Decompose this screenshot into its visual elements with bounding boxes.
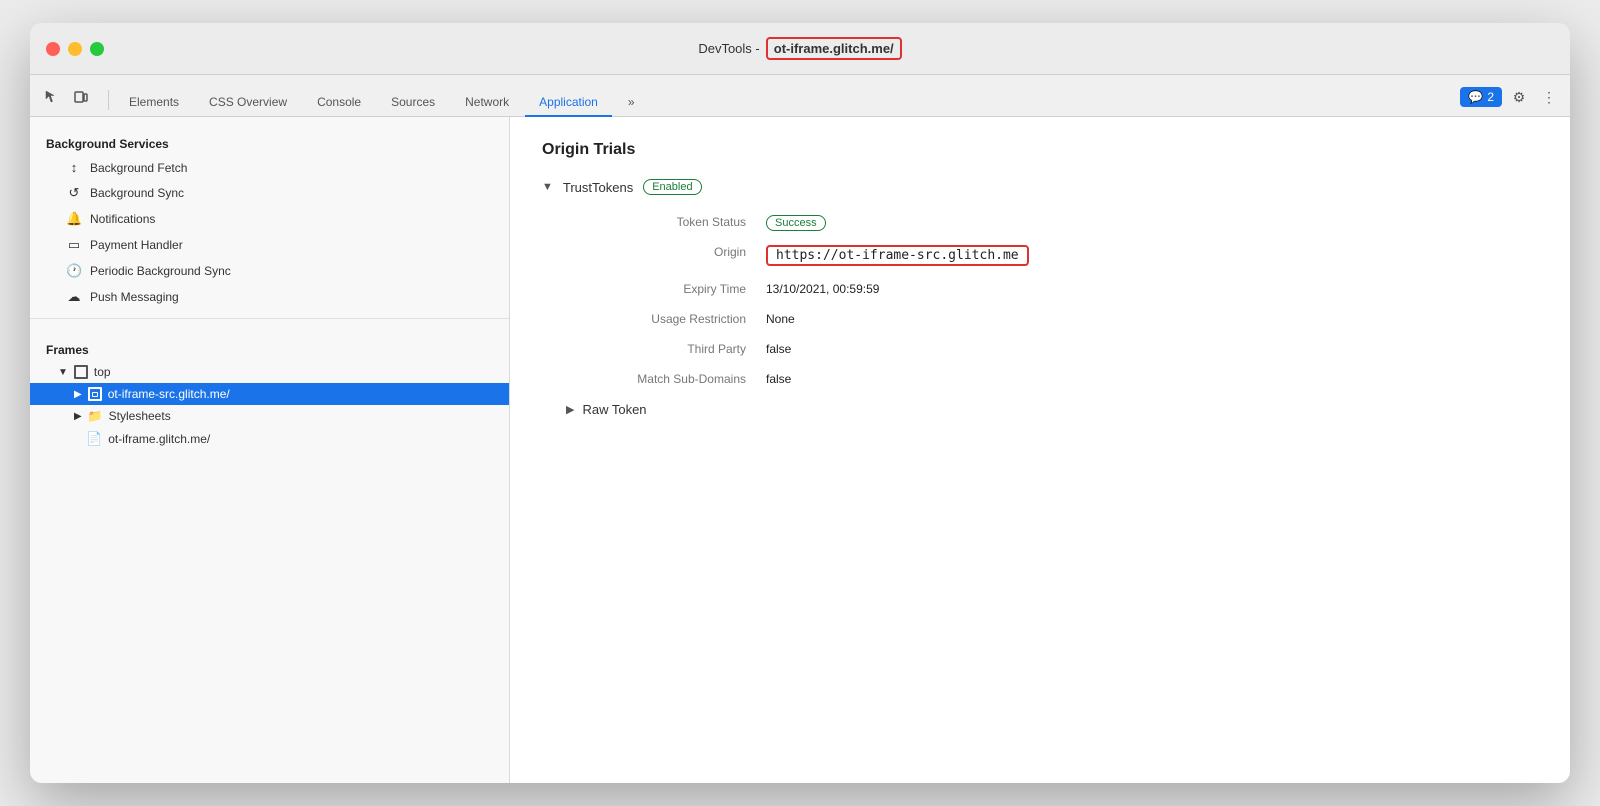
sidebar-item-background-sync[interactable]: ↺ Background Sync bbox=[30, 180, 509, 206]
inspect-button[interactable] bbox=[38, 84, 64, 110]
tab-elements[interactable]: Elements bbox=[115, 89, 193, 117]
device-button[interactable] bbox=[68, 84, 94, 110]
frames-item-top[interactable]: ▼ top bbox=[30, 361, 509, 383]
trust-tokens-chevron[interactable]: ▼ bbox=[542, 181, 553, 193]
chat-button[interactable]: 💬 2 bbox=[1460, 87, 1502, 107]
sidebar-item-label: Payment Handler bbox=[90, 238, 183, 252]
origin-label: Origin bbox=[566, 245, 766, 259]
chevron-right-icon: ▶ bbox=[74, 389, 82, 400]
frames-item-label: ot-iframe-src.glitch.me/ bbox=[108, 387, 230, 401]
sidebar-item-payment-handler[interactable]: ▭ Payment Handler bbox=[30, 232, 509, 258]
sidebar: Background Services ↕ Background Fetch ↺… bbox=[30, 117, 510, 783]
document-icon: 📄 bbox=[86, 431, 102, 447]
background-fetch-icon: ↕ bbox=[66, 160, 82, 175]
trust-tokens-header: ▼ TrustTokens Enabled bbox=[542, 179, 1538, 195]
third-party-label: Third Party bbox=[566, 342, 766, 356]
frame-icon-inner bbox=[88, 387, 102, 401]
success-badge: Success bbox=[766, 215, 826, 231]
main-layout: Background Services ↕ Background Fetch ↺… bbox=[30, 117, 1570, 783]
origin-value: https://ot-iframe-src.glitch.me bbox=[766, 245, 1029, 266]
frames-title: Frames bbox=[30, 335, 509, 361]
toolbar-divider bbox=[108, 90, 109, 110]
content-area: Origin Trials ▼ TrustTokens Enabled Toke… bbox=[510, 117, 1570, 783]
devtools-window: DevTools - ot-iframe.glitch.me/ Elements… bbox=[30, 23, 1570, 783]
token-status-row: Token Status Success bbox=[542, 215, 1538, 229]
push-messaging-icon: ☁ bbox=[66, 289, 82, 305]
trust-tokens-label: TrustTokens bbox=[563, 180, 633, 195]
tab-more[interactable]: » bbox=[614, 89, 649, 117]
frame-icon bbox=[74, 365, 88, 379]
match-sub-domains-label: Match Sub-Domains bbox=[566, 372, 766, 386]
frames-item-ot-iframe[interactable]: 📄 ot-iframe.glitch.me/ bbox=[30, 427, 509, 451]
frames-item-ot-iframe-src[interactable]: ▶ ot-iframe-src.glitch.me/ bbox=[30, 383, 509, 405]
usage-restriction-value: None bbox=[766, 312, 795, 326]
frames-item-label: top bbox=[94, 365, 111, 379]
sidebar-item-notifications[interactable]: 🔔 Notifications bbox=[30, 206, 509, 232]
sidebar-item-background-fetch[interactable]: ↕ Background Fetch bbox=[30, 155, 509, 180]
expiry-time-label: Expiry Time bbox=[566, 282, 766, 296]
third-party-row: Third Party false bbox=[542, 342, 1538, 356]
tab-network[interactable]: Network bbox=[451, 89, 523, 117]
payment-handler-icon: ▭ bbox=[66, 237, 82, 253]
periodic-sync-icon: 🕐 bbox=[66, 263, 82, 279]
raw-token-chevron[interactable]: ▶ bbox=[566, 403, 574, 416]
tab-console[interactable]: Console bbox=[303, 89, 375, 117]
chat-count: 2 bbox=[1487, 90, 1494, 104]
raw-token-row[interactable]: ▶ Raw Token bbox=[542, 402, 1538, 417]
more-menu-button[interactable]: ⋮ bbox=[1536, 84, 1562, 110]
sidebar-item-label: Push Messaging bbox=[90, 290, 179, 304]
sidebar-item-periodic-background-sync[interactable]: 🕐 Periodic Background Sync bbox=[30, 258, 509, 284]
traffic-lights bbox=[46, 42, 104, 56]
titlebar: DevTools - ot-iframe.glitch.me/ bbox=[30, 23, 1570, 75]
settings-button[interactable]: ⚙ bbox=[1506, 84, 1532, 110]
sidebar-divider bbox=[30, 318, 509, 319]
close-button[interactable] bbox=[46, 42, 60, 56]
titlebar-title: DevTools - ot-iframe.glitch.me/ bbox=[698, 37, 901, 60]
maximize-button[interactable] bbox=[90, 42, 104, 56]
page-title: Origin Trials bbox=[542, 141, 1538, 159]
sidebar-item-push-messaging[interactable]: ☁ Push Messaging bbox=[30, 284, 509, 310]
titlebar-url: ot-iframe.glitch.me/ bbox=[766, 37, 902, 60]
raw-token-label: Raw Token bbox=[582, 402, 646, 417]
devtools-label: DevTools - bbox=[698, 41, 759, 56]
background-sync-icon: ↺ bbox=[66, 185, 82, 201]
background-services-title: Background Services bbox=[30, 129, 509, 155]
toolbar-icons bbox=[38, 84, 94, 116]
chat-icon: 💬 bbox=[1468, 90, 1483, 104]
notifications-icon: 🔔 bbox=[66, 211, 82, 227]
sidebar-item-label: Background Fetch bbox=[90, 161, 187, 175]
toolbar: Elements CSS Overview Console Sources Ne… bbox=[30, 75, 1570, 117]
match-sub-domains-row: Match Sub-Domains false bbox=[542, 372, 1538, 386]
frames-item-label: Stylesheets bbox=[109, 409, 171, 423]
folder-icon: 📁 bbox=[88, 409, 103, 423]
enabled-badge: Enabled bbox=[643, 179, 701, 195]
chevron-right-icon: ▶ bbox=[74, 411, 82, 422]
match-sub-domains-value: false bbox=[766, 372, 791, 386]
sidebar-item-label: Notifications bbox=[90, 212, 155, 226]
usage-restriction-label: Usage Restriction bbox=[566, 312, 766, 326]
tab-application[interactable]: Application bbox=[525, 89, 612, 117]
toolbar-right: 💬 2 ⚙ ⋮ bbox=[1460, 84, 1562, 116]
chevron-down-icon: ▼ bbox=[58, 367, 68, 378]
third-party-value: false bbox=[766, 342, 791, 356]
frames-item-label: ot-iframe.glitch.me/ bbox=[108, 432, 210, 446]
token-status-label: Token Status bbox=[566, 215, 766, 229]
frames-item-stylesheets[interactable]: ▶ 📁 Stylesheets bbox=[30, 405, 509, 427]
sidebar-item-label: Background Sync bbox=[90, 186, 184, 200]
expiry-time-value: 13/10/2021, 00:59:59 bbox=[766, 282, 879, 296]
usage-restriction-row: Usage Restriction None bbox=[542, 312, 1538, 326]
tab-sources[interactable]: Sources bbox=[377, 89, 449, 117]
minimize-button[interactable] bbox=[68, 42, 82, 56]
origin-row: Origin https://ot-iframe-src.glitch.me bbox=[542, 245, 1538, 266]
frames-section: Frames ▼ top ▶ ot-iframe-src.glitch.me/ … bbox=[30, 327, 509, 459]
sidebar-item-label: Periodic Background Sync bbox=[90, 264, 231, 278]
token-status-value: Success bbox=[766, 215, 826, 229]
expiry-time-row: Expiry Time 13/10/2021, 00:59:59 bbox=[542, 282, 1538, 296]
tab-css-overview[interactable]: CSS Overview bbox=[195, 89, 301, 117]
